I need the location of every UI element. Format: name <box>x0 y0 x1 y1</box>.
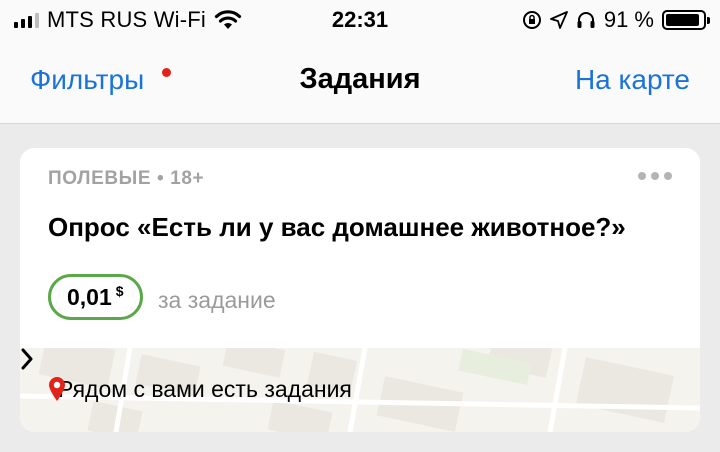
task-card[interactable]: ПОЛЕВЫЕ • 18+ Опрос «Есть ли у вас домаш… <box>20 148 700 432</box>
location-arrow-icon <box>549 11 568 29</box>
nearby-row: Рядом с вами есть задания <box>48 376 680 403</box>
price-badge: 0,01 $ <box>48 274 143 320</box>
battery-percent: 91 % <box>603 7 654 32</box>
task-category: ПОЛЕВЫЕ • 18+ <box>48 168 205 189</box>
price-value: 0,01 <box>67 283 112 310</box>
nav-bar: Фильтры Задания На карте <box>0 40 720 124</box>
headphones-icon <box>577 12 595 28</box>
lock-rotation-icon <box>522 11 541 29</box>
chevron-right-icon[interactable] <box>20 348 34 370</box>
nearby-tasks-map[interactable]: Рядом с вами есть задания <box>20 348 700 432</box>
status-right: 91 % <box>522 7 710 33</box>
task-title: Опрос «Есть ли у вас домашнее животное?» <box>48 212 626 242</box>
nearby-label: Рядом с вами есть задания <box>58 376 352 402</box>
price-currency: $ <box>115 283 124 299</box>
status-bar: MTS RUS Wi-Fi 22:31 91 % <box>0 0 720 40</box>
location-pin-icon <box>49 377 65 401</box>
battery-icon <box>662 10 710 30</box>
map-view-button[interactable]: На карте <box>575 64 690 96</box>
price-caption: за задание <box>158 287 276 313</box>
more-icon[interactable] <box>638 172 672 180</box>
